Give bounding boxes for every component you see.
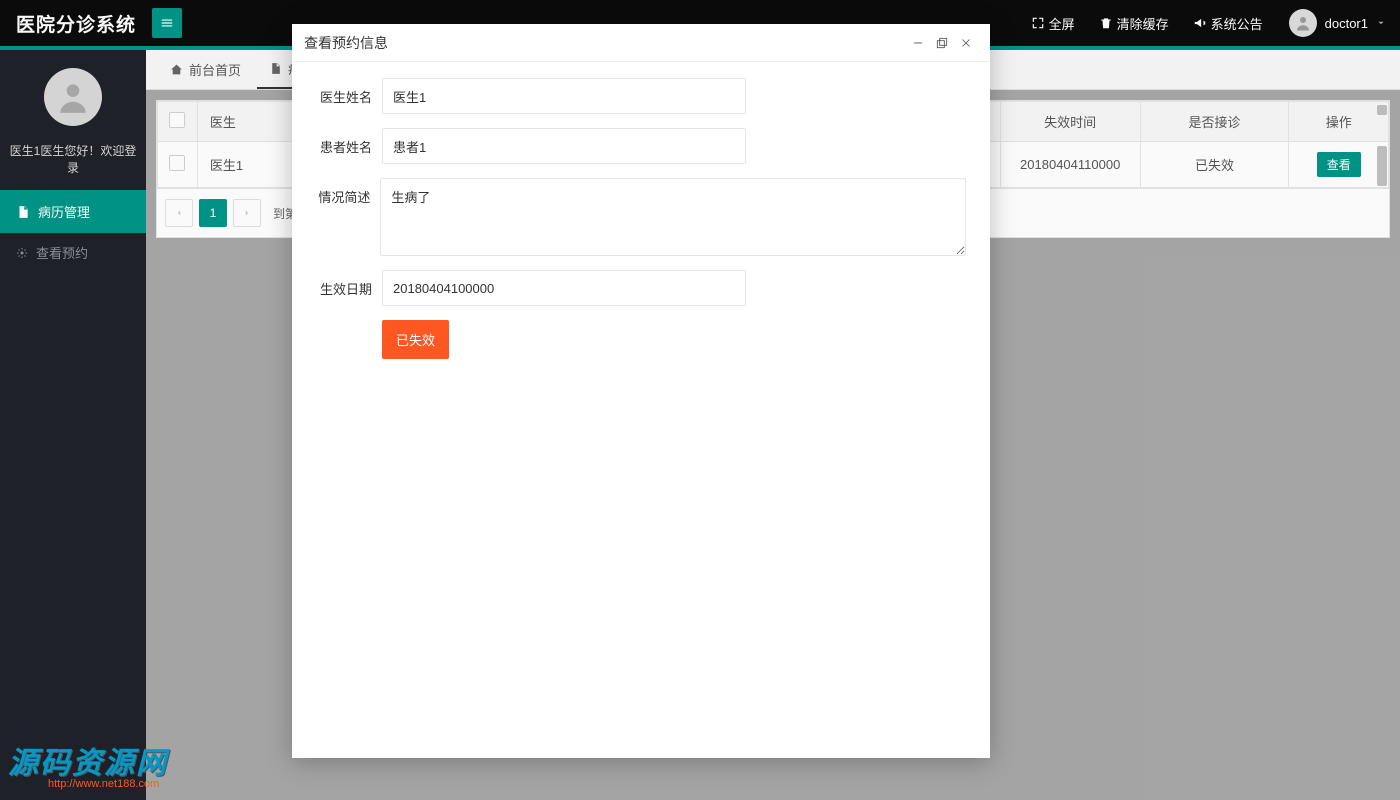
modal-header: 查看预约信息: [292, 24, 990, 62]
modal-close-button[interactable]: [954, 31, 978, 55]
watermark-title: 源码资源网: [8, 738, 168, 782]
close-icon: [959, 36, 973, 50]
watermark: 源码资源网 http://www.net188.com: [8, 738, 168, 790]
modal-title: 查看预约信息: [304, 33, 388, 53]
status-expired-button[interactable]: 已失效: [382, 320, 449, 359]
modal-maximize-button[interactable]: [930, 31, 954, 55]
minimize-icon: [911, 36, 925, 50]
input-effective-date[interactable]: [382, 270, 746, 306]
textarea-description[interactable]: [380, 178, 966, 256]
label-effective-date: 生效日期: [316, 270, 372, 298]
maximize-icon: [935, 36, 949, 50]
modal-minimize-button[interactable]: [906, 31, 930, 55]
label-patient-name: 患者姓名: [316, 128, 372, 156]
modal-body: 医生姓名 患者姓名 情况简述 生效日期 已失效: [292, 62, 990, 758]
label-description: 情况简述: [316, 178, 370, 206]
input-patient-name[interactable]: [382, 128, 746, 164]
appointment-modal: 查看预约信息 医生姓名 患者姓名 情况简述 生效日期 已失效: [292, 24, 990, 758]
input-doctor-name[interactable]: [382, 78, 746, 114]
label-doctor-name: 医生姓名: [316, 78, 372, 106]
